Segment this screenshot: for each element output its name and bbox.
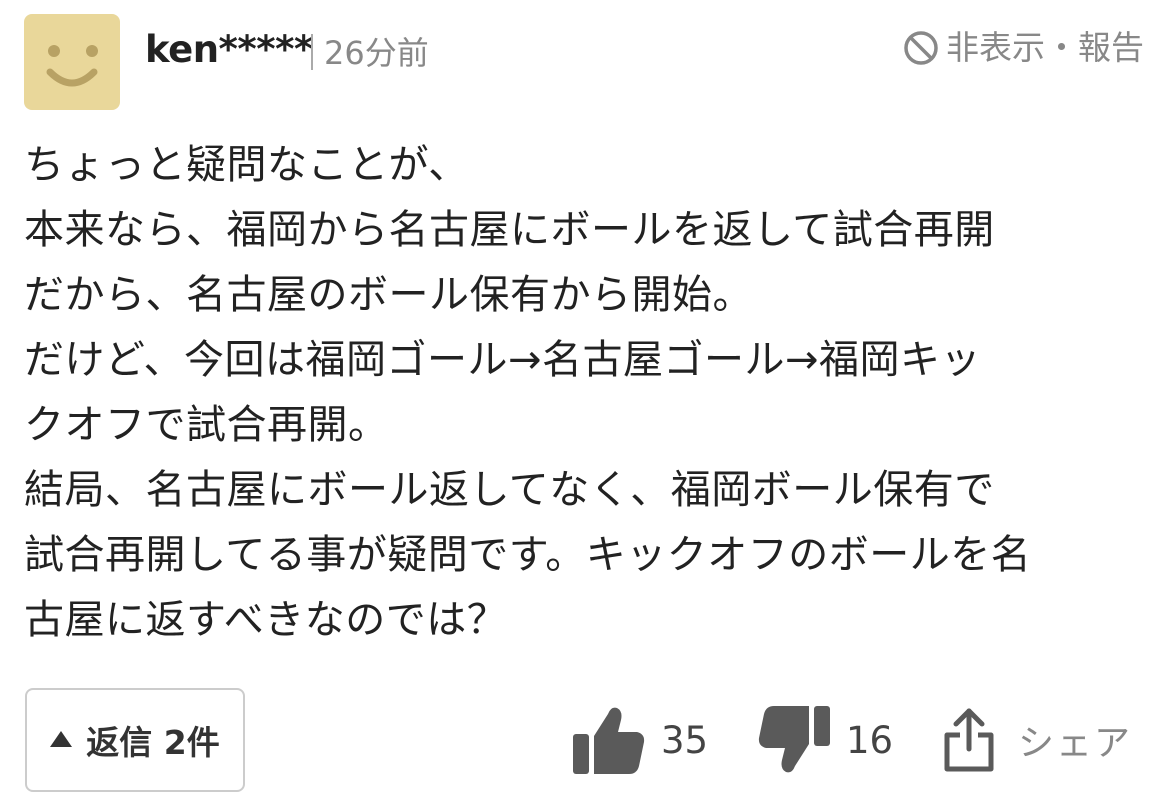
smiley-face-icon — [46, 45, 98, 87]
hide-report-label: 非表示・報告 — [946, 28, 1144, 67]
thumbs-down-icon — [758, 706, 830, 773]
header-divider — [311, 34, 313, 70]
replies-button[interactable]: 返信 2件 — [25, 688, 245, 792]
comment-body: ちょっと疑問なことが、 本来なら、福岡から名古屋にボールを返して試合再開 だから… — [24, 142, 1032, 643]
thumbs-up-icon — [573, 707, 645, 774]
triangle-up-icon — [50, 731, 73, 747]
dislike-count: 16 — [846, 718, 894, 762]
dislike-button[interactable]: 16 — [756, 700, 893, 780]
share-button[interactable]: シェア — [942, 700, 1132, 780]
username[interactable]: ken***** — [145, 26, 313, 74]
replies-label: 返信 2件 — [86, 723, 220, 762]
like-button[interactable]: 35 — [571, 700, 708, 780]
prohibited-icon — [904, 31, 938, 65]
avatar[interactable] — [24, 14, 120, 110]
timestamp: 26分前 — [324, 34, 429, 72]
hide-report-button[interactable]: 非表示・報告 — [902, 24, 1144, 72]
share-icon — [944, 708, 994, 772]
share-label: シェア — [1018, 723, 1133, 764]
like-count: 35 — [661, 718, 709, 762]
